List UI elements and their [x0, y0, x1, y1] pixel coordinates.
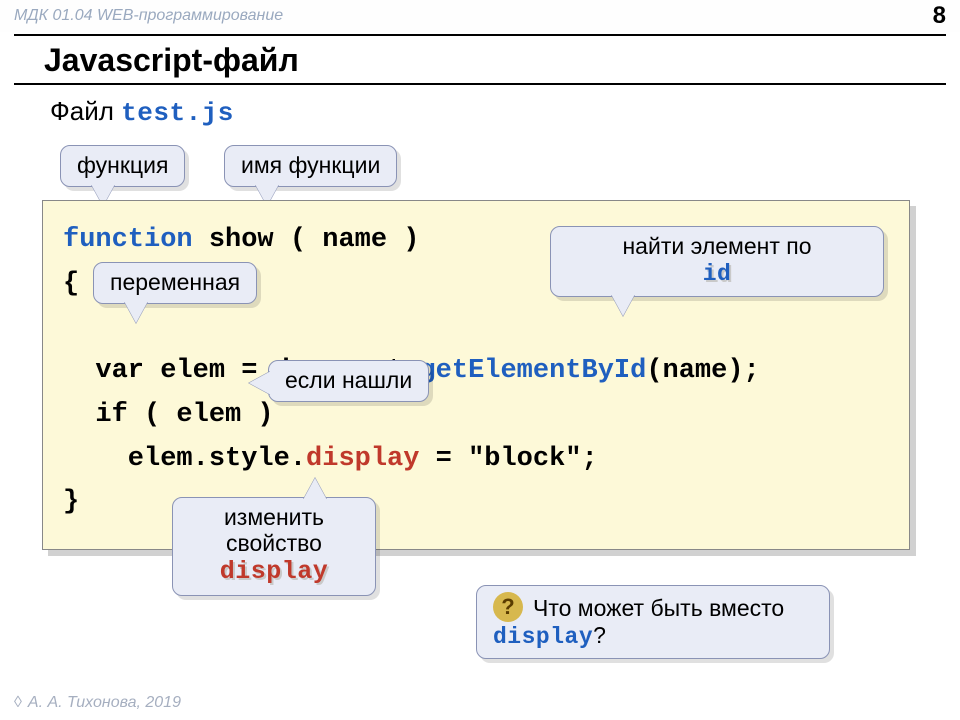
callout-func-name-label: имя функции	[241, 152, 380, 178]
callout-if-found-label: если нашли	[285, 367, 412, 393]
question-code: display	[493, 624, 593, 650]
file-line: Файл test.js	[50, 96, 234, 128]
callout-function-label: функция	[77, 152, 168, 178]
callout-variable: переменная	[93, 262, 257, 304]
callout-find-code: id	[703, 261, 732, 287]
footer-glyph: ◊	[14, 694, 22, 711]
code-l4: if ( elem )	[63, 400, 274, 430]
code-l2: {	[63, 269, 79, 299]
rule-top	[14, 34, 946, 36]
course-label: МДК 01.04 WEB-программирование	[14, 7, 283, 25]
callout-change-l1: изменить	[224, 504, 324, 530]
callout-change-code: display	[220, 557, 329, 586]
code-l6: }	[63, 487, 79, 517]
code-getElementById: getElementById	[419, 356, 646, 386]
footer-text: А. А. Тихонова, 2019	[28, 694, 181, 711]
callout-change-display: изменить свойство display	[172, 497, 376, 596]
callout-func-name: имя функции	[224, 145, 397, 187]
callout-function: функция	[60, 145, 185, 187]
callout-find-by-id: найти элемент по id	[550, 226, 884, 297]
code-l3c: (name);	[646, 356, 759, 386]
callout-change-l2: свойство	[226, 530, 322, 556]
page-number: 8	[933, 2, 946, 30]
file-name: test.js	[121, 98, 234, 128]
question-mark-icon: ?	[493, 592, 523, 622]
callout-if-found: если нашли	[268, 360, 429, 402]
file-prefix: Файл	[50, 96, 121, 126]
kw-function: function	[63, 225, 193, 255]
slide-header: МДК 01.04 WEB-программирование 8	[0, 0, 960, 32]
slide-footer: ◊ А. А. Тихонова, 2019	[14, 694, 181, 712]
callout-question: ?Что может быть вместо display?	[476, 585, 830, 659]
question-suffix: ?	[593, 622, 606, 648]
code-l5c: = "block";	[419, 444, 597, 474]
code-display: display	[306, 444, 419, 474]
code-l5a: elem.style.	[63, 444, 306, 474]
callout-variable-label: переменная	[110, 269, 240, 295]
code-l1b: show ( name )	[193, 225, 420, 255]
question-text: Что может быть вместо	[533, 595, 784, 621]
callout-find-text: найти элемент по	[622, 233, 811, 259]
rule-under-title	[14, 83, 946, 85]
slide-title: Javascript-файл	[44, 42, 299, 79]
